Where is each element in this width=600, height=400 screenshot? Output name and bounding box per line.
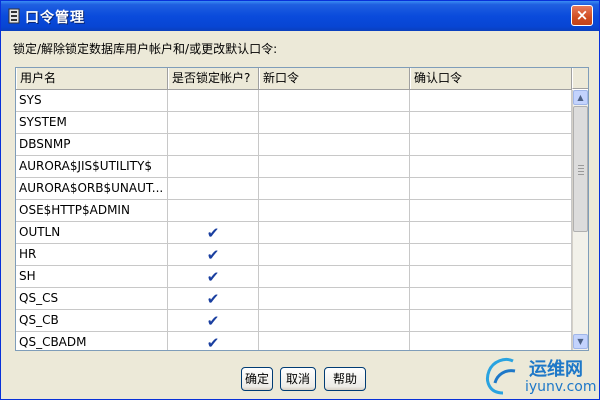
- table-row[interactable]: AURORA$JIS$UTILITY$: [16, 156, 572, 178]
- username-cell[interactable]: OUTLN: [16, 222, 168, 244]
- checkmark-icon: ✔: [206, 268, 220, 286]
- vertical-scrollbar[interactable]: ▲ ▼: [572, 90, 588, 350]
- app-icon: [8, 8, 20, 24]
- title-bar[interactable]: 口令管理 ×: [1, 1, 599, 31]
- site-watermark: 运维网 iyunv.com: [483, 351, 599, 399]
- scroll-up-button[interactable]: ▲: [573, 90, 588, 105]
- new-password-field[interactable]: [259, 332, 410, 350]
- new-password-field[interactable]: [259, 200, 410, 222]
- watermark-url: iyunv.com: [525, 379, 597, 395]
- lock-account-checkbox[interactable]: ✔: [168, 266, 259, 288]
- confirm-password-field[interactable]: [410, 244, 572, 266]
- lock-account-checkbox[interactable]: [168, 178, 259, 200]
- username-cell[interactable]: AURORA$ORB$UNAUT...: [16, 178, 168, 200]
- confirm-password-field[interactable]: [410, 266, 572, 288]
- username-cell[interactable]: QS_CB: [16, 310, 168, 332]
- confirm-password-field[interactable]: [410, 310, 572, 332]
- username-cell[interactable]: DBSNMP: [16, 134, 168, 156]
- table-row[interactable]: QS_CB ✔: [16, 310, 572, 332]
- lock-account-checkbox[interactable]: ✔: [168, 222, 259, 244]
- cancel-button[interactable]: 取消: [280, 367, 316, 391]
- column-header-username[interactable]: 用户名: [16, 68, 168, 89]
- grip-line: [578, 165, 584, 166]
- confirm-password-field[interactable]: [410, 178, 572, 200]
- username-cell[interactable]: SYS: [16, 90, 168, 112]
- confirm-password-field[interactable]: [410, 332, 572, 350]
- instructions-label: 锁定/解除锁定数据库用户帐户和/或更改默认口令:: [13, 42, 278, 56]
- close-icon: ×: [575, 6, 589, 24]
- new-password-field[interactable]: [259, 134, 410, 156]
- new-password-field[interactable]: [259, 156, 410, 178]
- grip-line: [578, 174, 584, 175]
- arrow-up-icon: ▲: [577, 93, 584, 102]
- table-row[interactable]: SYSTEM: [16, 112, 572, 134]
- username-cell[interactable]: SH: [16, 266, 168, 288]
- confirm-password-field[interactable]: [410, 134, 572, 156]
- scroll-thumb[interactable]: [573, 106, 588, 232]
- table-row[interactable]: OSE$HTTP$ADMIN: [16, 200, 572, 222]
- grip-line: [578, 171, 584, 172]
- lock-account-checkbox[interactable]: [168, 134, 259, 156]
- window-title: 口令管理: [25, 10, 85, 26]
- confirm-password-field[interactable]: [410, 112, 572, 134]
- grip-line: [578, 168, 584, 169]
- username-cell[interactable]: OSE$HTTP$ADMIN: [16, 200, 168, 222]
- table-row[interactable]: HR ✔: [16, 244, 572, 266]
- column-header-locked[interactable]: 是否锁定帐户?: [168, 68, 259, 89]
- table-row[interactable]: QS_CBADM ✔: [16, 332, 572, 351]
- lock-account-checkbox[interactable]: [168, 112, 259, 134]
- watermark-logo-icon: [486, 357, 516, 395]
- new-password-field[interactable]: [259, 244, 410, 266]
- new-password-field[interactable]: [259, 288, 410, 310]
- watermark-cn: 运维网: [529, 359, 583, 380]
- users-table: 用户名 是否锁定帐户? 新口令 确认口令 SYS SYSTEM DBSNMP AURO…: [15, 67, 589, 351]
- table-row[interactable]: OUTLN ✔: [16, 222, 572, 244]
- username-cell[interactable]: QS_CS: [16, 288, 168, 310]
- lock-account-checkbox[interactable]: [168, 200, 259, 222]
- lock-account-checkbox[interactable]: ✔: [168, 332, 259, 351]
- confirm-password-field[interactable]: [410, 156, 572, 178]
- table-row[interactable]: SYS: [16, 90, 572, 112]
- new-password-field[interactable]: [259, 178, 410, 200]
- table-row[interactable]: QS_CS ✔: [16, 288, 572, 310]
- close-button[interactable]: ×: [571, 5, 593, 26]
- username-cell[interactable]: HR: [16, 244, 168, 266]
- confirm-password-field[interactable]: [410, 90, 572, 112]
- scroll-down-button[interactable]: ▼: [573, 334, 588, 349]
- new-password-field[interactable]: [259, 310, 410, 332]
- lock-account-checkbox[interactable]: ✔: [168, 244, 259, 266]
- arrow-down-icon: ▼: [577, 337, 584, 346]
- lock-account-checkbox[interactable]: [168, 156, 259, 178]
- table-body: SYS SYSTEM DBSNMP AURORA$JIS$UTILITY$ AURORA…: [16, 90, 572, 351]
- new-password-field[interactable]: [259, 266, 410, 288]
- new-password-field[interactable]: [259, 112, 410, 134]
- table-header: 用户名 是否锁定帐户? 新口令 确认口令: [16, 68, 572, 90]
- confirm-password-field[interactable]: [410, 222, 572, 244]
- table-row[interactable]: AURORA$ORB$UNAUT...: [16, 178, 572, 200]
- ok-button[interactable]: 确定: [241, 367, 273, 391]
- table-row[interactable]: DBSNMP: [16, 134, 572, 156]
- checkmark-icon: ✔: [206, 290, 220, 308]
- checkmark-icon: ✔: [206, 312, 220, 330]
- confirm-password-field[interactable]: [410, 288, 572, 310]
- username-cell[interactable]: AURORA$JIS$UTILITY$: [16, 156, 168, 178]
- checkmark-icon: ✔: [206, 246, 220, 264]
- username-cell[interactable]: SYSTEM: [16, 112, 168, 134]
- lock-account-checkbox[interactable]: [168, 90, 259, 112]
- table-corner: [572, 68, 588, 89]
- column-header-confirm-password[interactable]: 确认口令: [410, 68, 572, 89]
- checkmark-icon: ✔: [206, 224, 220, 242]
- new-password-field[interactable]: [259, 222, 410, 244]
- lock-account-checkbox[interactable]: ✔: [168, 310, 259, 332]
- confirm-password-field[interactable]: [410, 200, 572, 222]
- username-cell[interactable]: QS_CBADM: [16, 332, 168, 350]
- new-password-field[interactable]: [259, 90, 410, 112]
- help-button[interactable]: 帮助: [324, 367, 366, 391]
- column-header-new-password[interactable]: 新口令: [259, 68, 410, 89]
- password-management-dialog: 口令管理 × 锁定/解除锁定数据库用户帐户和/或更改默认口令: 用户名 是否锁定…: [0, 0, 600, 400]
- lock-account-checkbox[interactable]: ✔: [168, 288, 259, 310]
- checkmark-icon: ✔: [206, 334, 220, 351]
- table-row[interactable]: SH ✔: [16, 266, 572, 288]
